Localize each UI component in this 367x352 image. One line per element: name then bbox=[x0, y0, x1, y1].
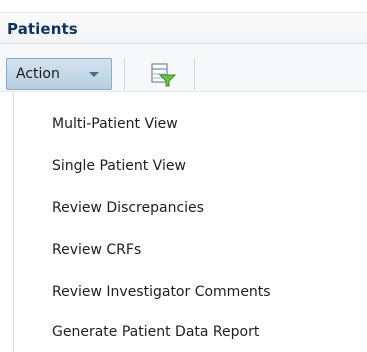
menu-item-label: Review CRFs bbox=[52, 242, 142, 258]
menu-item-label: Single Patient View bbox=[52, 158, 186, 174]
toolbar-separator bbox=[194, 58, 195, 90]
panel-title: Patients bbox=[7, 20, 78, 38]
action-button-label: Action bbox=[16, 66, 60, 82]
filter-button[interactable] bbox=[138, 58, 194, 90]
menu-item-label: Generate Patient Data Report bbox=[52, 324, 260, 340]
menu-item-single-patient-view[interactable]: Single Patient View bbox=[14, 150, 367, 186]
menu-item-label: Multi-Patient View bbox=[52, 116, 178, 132]
menu-item-label: Review Investigator Comments bbox=[52, 284, 271, 300]
menu-item-generate-patient-data-report[interactable]: Generate Patient Data Report bbox=[14, 316, 367, 352]
action-menu-button[interactable]: Action bbox=[6, 58, 112, 90]
filter-icon bbox=[151, 63, 177, 87]
toolbar-separator bbox=[124, 58, 125, 90]
panel-header: Patients bbox=[0, 12, 367, 44]
menu-item-label: Review Discrepancies bbox=[52, 200, 204, 216]
patients-panel: Patients Action Multi-Patient View Singl… bbox=[0, 0, 367, 352]
menu-item-multi-patient-view[interactable]: Multi-Patient View bbox=[14, 108, 367, 144]
menu-item-review-investigator-comments[interactable]: Review Investigator Comments bbox=[14, 276, 367, 312]
menu-item-review-crfs[interactable]: Review CRFs bbox=[14, 234, 367, 270]
menu-item-review-discrepancies[interactable]: Review Discrepancies bbox=[14, 192, 367, 228]
action-dropdown-menu: Multi-Patient View Single Patient View R… bbox=[13, 92, 367, 352]
chevron-down-icon bbox=[89, 72, 99, 77]
